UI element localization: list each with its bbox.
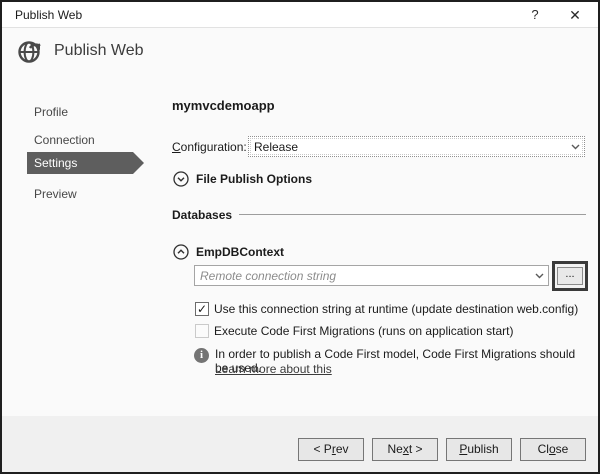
use-connection-string-label[interactable]: Use this connection string at runtime (u… bbox=[214, 302, 578, 316]
connection-string-dropdown[interactable]: Remote connection string bbox=[194, 265, 549, 286]
browse-button[interactable]: ... bbox=[557, 267, 583, 285]
empdbcontext-toggle[interactable]: EmpDBContext bbox=[173, 244, 284, 260]
learn-more-link[interactable]: Learn more about this bbox=[215, 362, 332, 376]
dialog-header: Publish Web bbox=[16, 36, 144, 66]
connection-string-placeholder: Remote connection string bbox=[195, 269, 530, 283]
profile-name: mymvcdemoapp bbox=[172, 98, 275, 113]
execute-migrations-checkbox[interactable] bbox=[195, 324, 209, 338]
configuration-label: Configuration: bbox=[172, 140, 247, 154]
help-icon[interactable]: ? bbox=[520, 2, 550, 28]
configuration-value: Release bbox=[249, 140, 566, 154]
sidebar-item-settings[interactable]: Settings bbox=[27, 152, 133, 174]
chevron-down-icon bbox=[566, 137, 584, 156]
window-title: Publish Web bbox=[15, 2, 82, 28]
chevron-down-circle-icon bbox=[173, 171, 189, 187]
databases-section-label: Databases bbox=[172, 208, 232, 222]
publish-web-dialog: Publish Web ? ✕ Publish Web Profile Conn… bbox=[0, 0, 600, 474]
check-icon: ✓ bbox=[197, 303, 207, 315]
page-title: Publish Web bbox=[54, 42, 144, 60]
execute-migrations-label[interactable]: Execute Code First Migrations (runs on a… bbox=[214, 324, 513, 338]
chevron-down-icon bbox=[530, 266, 548, 285]
file-publish-options-label: File Publish Options bbox=[196, 172, 312, 186]
empdbcontext-label: EmpDBContext bbox=[196, 245, 284, 259]
prev-button[interactable]: < Prev bbox=[298, 438, 364, 461]
close-icon[interactable]: ✕ bbox=[560, 2, 590, 28]
file-publish-options-toggle[interactable]: File Publish Options bbox=[173, 171, 312, 187]
next-button[interactable]: Next > bbox=[372, 438, 438, 461]
chevron-up-circle-icon bbox=[173, 244, 189, 260]
configuration-dropdown[interactable]: Release bbox=[248, 136, 585, 157]
footer-buttons: < Prev Next > Publish Close bbox=[298, 438, 586, 461]
use-connection-string-checkbox[interactable]: ✓ bbox=[195, 302, 209, 316]
sidebar-item-preview[interactable]: Preview bbox=[27, 183, 133, 205]
publish-button[interactable]: Publish bbox=[446, 438, 512, 461]
sidebar-item-profile[interactable]: Profile bbox=[27, 101, 133, 123]
close-button[interactable]: Close bbox=[520, 438, 586, 461]
info-icon: i bbox=[194, 348, 209, 363]
title-bar: Publish Web ? ✕ bbox=[2, 2, 598, 28]
databases-divider bbox=[239, 214, 586, 215]
publish-globe-icon bbox=[16, 38, 43, 65]
browse-button-highlight: ... bbox=[552, 261, 588, 291]
sidebar-item-connection[interactable]: Connection bbox=[27, 129, 133, 151]
